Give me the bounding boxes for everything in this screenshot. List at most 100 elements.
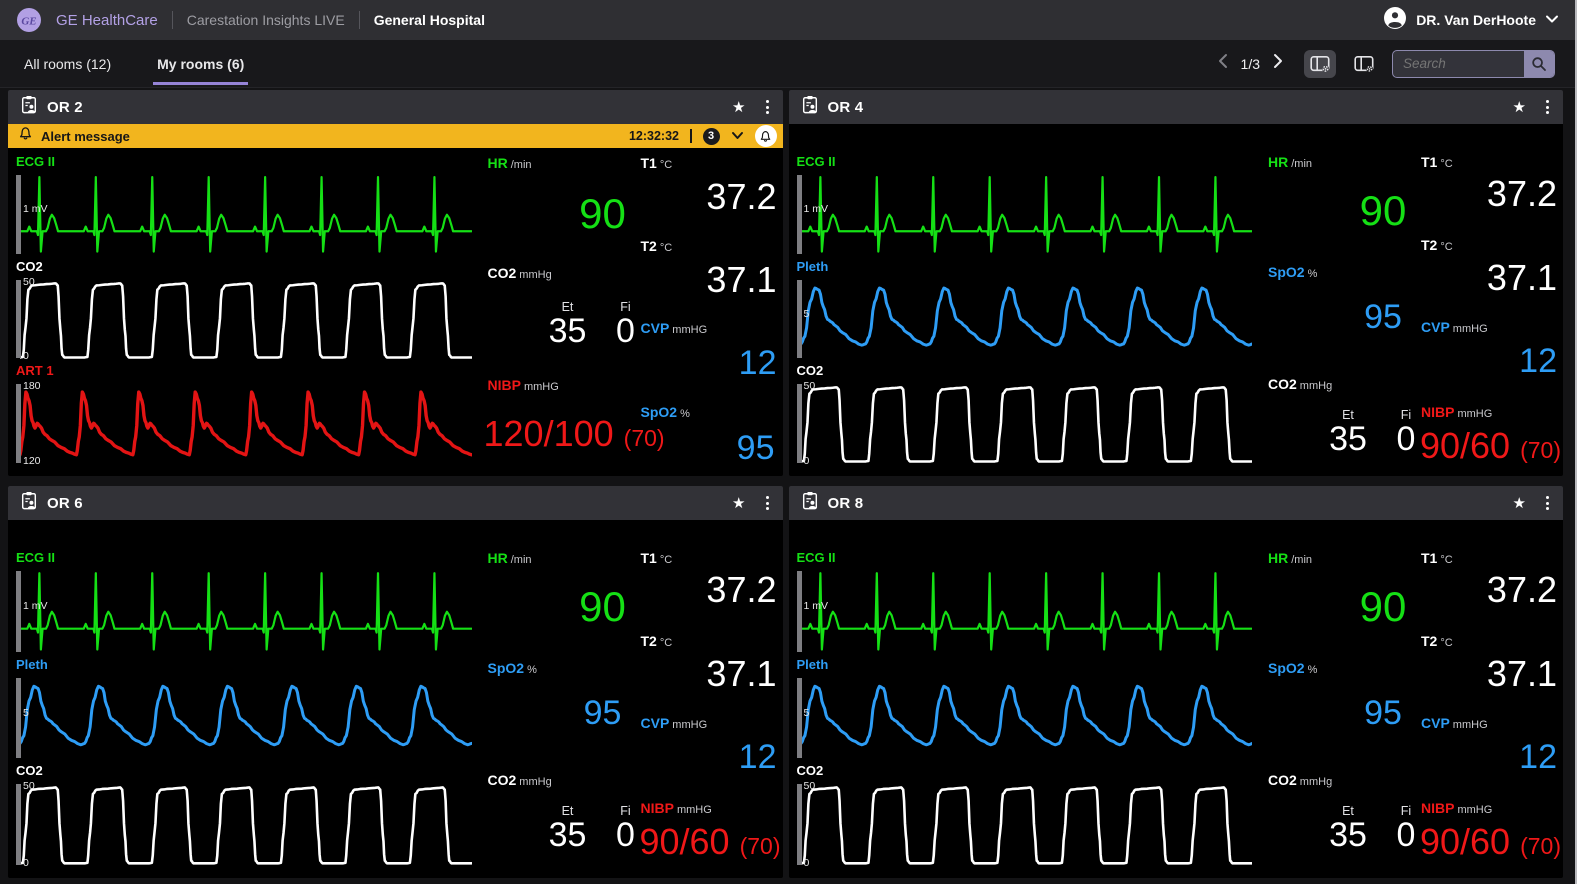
- tile-header: OR 6 ★: [8, 486, 783, 520]
- t1-value: 37.2: [706, 179, 776, 215]
- search-box: [1392, 50, 1555, 78]
- waveform-label: Pleth: [16, 655, 472, 675]
- chevron-right-icon[interactable]: [1272, 53, 1284, 74]
- nibp-mean-value: (70): [740, 833, 781, 859]
- numerics-panel: HR/min 90 T1°C 37.2 T2°C 37.1 SpO2% 95 C…: [478, 520, 783, 878]
- pleth-waveform: [801, 277, 1253, 362]
- grid-layout-icon[interactable]: [1304, 50, 1336, 78]
- cvp-label: CVPmmHG: [1421, 716, 1488, 731]
- nibp-label: NIBPmmHG: [488, 378, 559, 393]
- t1-value: 37.2: [1487, 572, 1557, 608]
- grid-layout-alt-icon[interactable]: [1348, 50, 1380, 78]
- alert-message: Alert message: [41, 129, 130, 144]
- room-title: OR 6: [47, 495, 83, 512]
- waveform-row: CO2 50 0: [797, 361, 1253, 466]
- tile-header: OR 2 ★: [8, 90, 783, 124]
- waveform-row: Pleth 5: [16, 655, 472, 762]
- pleth-waveform: [801, 675, 1253, 762]
- etco2-value: 35: [1318, 818, 1378, 852]
- waveform-label: ECG II: [16, 548, 472, 568]
- more-menu-icon[interactable]: [1546, 496, 1549, 510]
- or-tile-2: OR 2 ★ Alert message 12:32:32 3: [8, 90, 783, 476]
- waveform-scale-bar: 180 120: [16, 384, 21, 463]
- waveform-row: ART 1 180 120: [16, 361, 472, 466]
- numerics-panel: HR/min 90 T1°C 37.2 T2°C 37.1 SpO2% 95 C…: [1258, 520, 1563, 878]
- waveform-label: ECG II: [797, 548, 1253, 568]
- pleth-waveform: [20, 675, 472, 762]
- t2-label: T2°C: [641, 239, 673, 254]
- numerics-panel: HR/min 90 T1°C 37.2 T2°C 37.1 CO2mmHg Et…: [478, 148, 783, 476]
- more-menu-icon[interactable]: [766, 100, 769, 114]
- hr-label: HR/min: [1268, 155, 1312, 170]
- co2-waveform: [801, 381, 1253, 466]
- cvp-label: CVPmmHG: [641, 321, 708, 336]
- spo2-label: SpO2%: [641, 405, 690, 420]
- alert-banner[interactable]: Alert message 12:32:32 3: [8, 124, 783, 148]
- nibp-value: 90/60 (70): [639, 824, 780, 860]
- waveform-row: CO2 50 0: [797, 761, 1253, 868]
- spo2-label: SpO2%: [1268, 661, 1317, 676]
- waveform-scale-bar: 50 0: [16, 784, 21, 865]
- chevron-down-icon[interactable]: [731, 127, 744, 145]
- alert-time: 12:32:32: [629, 129, 679, 143]
- tile-header: OR 4 ★: [789, 90, 1564, 124]
- waveform-row: Pleth 5: [797, 655, 1253, 762]
- tab-my-rooms[interactable]: My rooms (6): [153, 42, 248, 85]
- spo2-label: SpO2%: [1268, 265, 1317, 280]
- divider: [172, 11, 173, 29]
- waveform-scale-bar: 50 0: [16, 280, 21, 359]
- co2-waveform: [20, 277, 472, 362]
- divider: [359, 11, 360, 29]
- page-indicator: 1/3: [1241, 56, 1260, 72]
- cvp-label: CVPmmHG: [641, 716, 708, 731]
- waveform-label: Pleth: [797, 257, 1253, 277]
- waveform-label: CO2: [16, 257, 472, 277]
- search-input[interactable]: [1393, 56, 1524, 71]
- t2-label: T2°C: [641, 634, 673, 649]
- app-bar: GE GE HealthCare Carestation Insights LI…: [0, 0, 1575, 40]
- room-title: OR 8: [828, 495, 864, 512]
- nibp-label: NIBPmmHG: [1421, 405, 1492, 420]
- favorite-star-icon[interactable]: ★: [732, 496, 745, 511]
- waveform-row: CO2 50 0: [16, 761, 472, 868]
- favorite-star-icon[interactable]: ★: [1513, 496, 1526, 511]
- chevron-down-icon: [1545, 11, 1559, 29]
- fico2-value: 0: [606, 314, 646, 348]
- nibp-mean-value: (70): [624, 425, 665, 451]
- waveform-scale-bar: 1 mV: [797, 571, 802, 652]
- t1-value: 37.2: [1487, 176, 1557, 212]
- search-icon[interactable]: [1524, 51, 1554, 77]
- waveform-label: CO2: [797, 361, 1253, 381]
- ecg-waveform: [801, 172, 1253, 257]
- more-menu-icon[interactable]: [766, 496, 769, 510]
- waveform-scale-bar: 1 mV: [16, 571, 21, 652]
- waveform-column: ECG II 1 mV Pleth: [789, 124, 1259, 476]
- or-tile-4: OR 4 ★ ECG II 1 mV: [789, 90, 1564, 476]
- hr-label: HR/min: [488, 551, 532, 566]
- co2-label: CO2mmHg: [1268, 377, 1332, 392]
- user-name: DR. Van DerHoote: [1416, 12, 1536, 28]
- t2-value: 37.1: [706, 656, 776, 692]
- user-menu[interactable]: DR. Van DerHoote: [1383, 6, 1559, 35]
- or-tile-8: OR 8 ★ ECG II 1 mV: [789, 486, 1564, 878]
- divider: [690, 129, 692, 143]
- nibp-label: NIBPmmHG: [641, 801, 712, 816]
- waveform-label: ECG II: [797, 152, 1253, 172]
- t1-value: 37.2: [706, 572, 776, 608]
- product-name: Carestation Insights LIVE: [187, 12, 345, 28]
- more-menu-icon[interactable]: [1546, 100, 1549, 114]
- favorite-star-icon[interactable]: ★: [732, 100, 745, 115]
- tab-all-rooms[interactable]: All rooms (12): [20, 42, 115, 85]
- alert-silence-button[interactable]: [755, 125, 777, 147]
- nibp-value: 120/100 (70): [484, 416, 665, 452]
- t1-label: T1°C: [641, 551, 673, 566]
- site-name: General Hospital: [374, 12, 485, 28]
- favorite-star-icon[interactable]: ★: [1513, 100, 1526, 115]
- waveform-column: ECG II 1 mV Pleth: [8, 520, 478, 878]
- nibp-value: 90/60 (70): [1420, 428, 1561, 464]
- cvp-value: 12: [1519, 344, 1557, 378]
- chevron-left-icon[interactable]: [1217, 53, 1229, 74]
- room-clipboard-icon: [20, 95, 38, 119]
- waveform-scale-bar: 5: [797, 280, 802, 359]
- co2-label: CO2mmHg: [1268, 773, 1332, 788]
